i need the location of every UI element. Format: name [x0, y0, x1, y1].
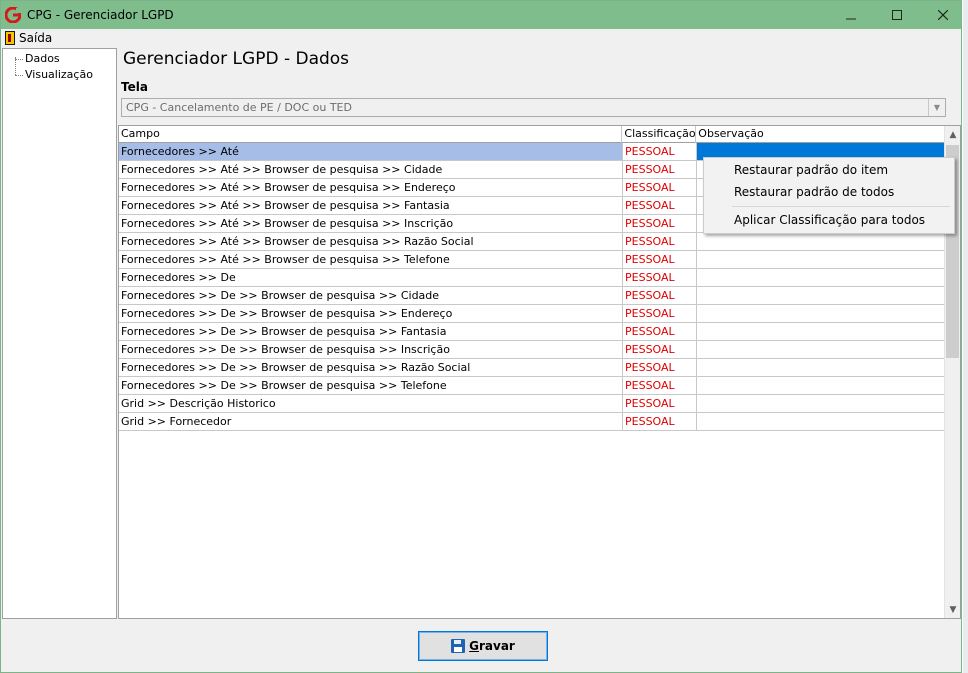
page-title: Gerenciador LGPD - Dados	[123, 49, 350, 69]
cell-observacao[interactable]	[697, 413, 946, 430]
cell-classificacao[interactable]: PESSOAL	[623, 395, 697, 412]
cell-campo[interactable]: Fornecedores >> Até >> Browser de pesqui…	[119, 233, 623, 250]
main-panel: Gerenciador LGPD - Dados Tela CPG - Canc…	[118, 48, 961, 623]
cell-campo[interactable]: Fornecedores >> De >> Browser de pesquis…	[119, 287, 623, 304]
app-logo-icon	[5, 7, 21, 23]
save-button-label: Gravar	[469, 639, 515, 653]
door-exit-icon	[5, 31, 15, 45]
cell-observacao[interactable]	[697, 395, 946, 412]
cell-classificacao[interactable]: PESSOAL	[623, 341, 697, 358]
cell-campo[interactable]: Fornecedores >> De >> Browser de pesquis…	[119, 341, 623, 358]
table-row[interactable]: Fornecedores >> De >> Browser de pesquis…	[119, 287, 947, 305]
table-row[interactable]: Grid >> Fornecedor PESSOAL	[119, 413, 947, 431]
maximize-icon[interactable]	[874, 1, 920, 29]
cell-campo[interactable]: Fornecedores >> Até >> Browser de pesqui…	[119, 161, 623, 178]
menu-exit[interactable]: Saída	[5, 31, 52, 45]
cell-classificacao[interactable]: PESSOAL	[623, 161, 697, 178]
context-menu: Restaurar padrão do item Restaurar padrã…	[703, 157, 955, 234]
app-window: CPG - Gerenciador LGPD Saída Dados Visua…	[0, 0, 962, 673]
table-row[interactable]: Fornecedores >> De >> Browser de pesquis…	[119, 323, 947, 341]
title-bar[interactable]: CPG - Gerenciador LGPD	[1, 1, 961, 29]
cell-classificacao[interactable]: PESSOAL	[623, 269, 697, 286]
cell-observacao[interactable]	[697, 251, 946, 268]
cell-campo[interactable]: Fornecedores >> Até >> Browser de pesqui…	[119, 251, 623, 268]
cell-campo[interactable]: Fornecedores >> Até >> Browser de pesqui…	[119, 197, 623, 214]
cell-classificacao[interactable]: PESSOAL	[623, 251, 697, 268]
cell-classificacao[interactable]: PESSOAL	[623, 287, 697, 304]
cell-campo[interactable]: Fornecedores >> De >> Browser de pesquis…	[119, 305, 623, 322]
cell-classificacao[interactable]: PESSOAL	[623, 323, 697, 340]
cell-campo[interactable]: Fornecedores >> Até >> Browser de pesqui…	[119, 179, 623, 196]
menu-bar: Saída	[1, 29, 961, 47]
table-row[interactable]: Fornecedores >> De PESSOAL	[119, 269, 947, 287]
menu-exit-label: Saída	[19, 31, 53, 45]
scroll-up-icon[interactable]: ▲	[945, 126, 960, 143]
cell-campo[interactable]: Fornecedores >> De >> Browser de pesquis…	[119, 359, 623, 376]
tree-connector	[15, 59, 23, 60]
table-row[interactable]: Fornecedores >> De >> Browser de pesquis…	[119, 305, 947, 323]
menu-separator	[732, 206, 950, 207]
table-row[interactable]: Fornecedores >> De >> Browser de pesquis…	[119, 377, 947, 395]
cell-observacao[interactable]	[697, 323, 946, 340]
cell-classificacao[interactable]: PESSOAL	[623, 143, 697, 160]
cell-classificacao[interactable]: PESSOAL	[623, 305, 697, 322]
tree-item-visualizacao[interactable]: Visualização	[25, 68, 93, 81]
table-row[interactable]: Fornecedores >> De >> Browser de pesquis…	[119, 359, 947, 377]
tree-connector	[15, 75, 23, 76]
tree-item-dados[interactable]: Dados	[25, 52, 60, 65]
chevron-down-icon[interactable]: ▼	[928, 99, 945, 116]
cell-observacao[interactable]	[697, 341, 946, 358]
background-window-edge	[963, 0, 968, 673]
cell-classificacao[interactable]: PESSOAL	[623, 413, 697, 430]
minimize-icon[interactable]	[828, 1, 874, 29]
tela-select-value: CPG - Cancelamento de PE / DOC ou TED	[126, 101, 352, 114]
table-row[interactable]: Fornecedores >> Até >> Browser de pesqui…	[119, 233, 947, 251]
cell-campo[interactable]: Fornecedores >> De >> Browser de pesquis…	[119, 377, 623, 394]
cell-campo[interactable]: Fornecedores >> Até >> Browser de pesqui…	[119, 215, 623, 232]
window-title: CPG - Gerenciador LGPD	[27, 8, 174, 22]
cell-classificacao[interactable]: PESSOAL	[623, 233, 697, 250]
column-header-classificacao[interactable]: Classificação	[622, 126, 697, 143]
cell-classificacao[interactable]: PESSOAL	[623, 197, 697, 214]
close-icon[interactable]	[920, 1, 966, 29]
cell-campo[interactable]: Grid >> Fornecedor	[119, 413, 623, 430]
menu-item-aplicar-classificacao[interactable]: Aplicar Classificação para todos	[734, 213, 925, 227]
cell-observacao[interactable]	[697, 377, 946, 394]
grid-header: Campo Classificação Observação	[119, 126, 945, 143]
cell-observacao[interactable]	[697, 287, 946, 304]
save-button[interactable]: Gravar	[418, 631, 548, 661]
cell-classificacao[interactable]: PESSOAL	[623, 359, 697, 376]
tela-label: Tela	[121, 80, 148, 94]
cell-observacao[interactable]	[697, 269, 946, 286]
table-row[interactable]: Grid >> Descrição Historico PESSOAL	[119, 395, 947, 413]
floppy-disk-icon	[451, 639, 466, 653]
cell-campo[interactable]: Fornecedores >> De >> Browser de pesquis…	[119, 323, 623, 340]
cell-campo[interactable]: Fornecedores >> De	[119, 269, 623, 286]
tela-select[interactable]: CPG - Cancelamento de PE / DOC ou TED ▼	[121, 98, 946, 117]
cell-observacao[interactable]	[697, 233, 946, 250]
cell-classificacao[interactable]: PESSOAL	[623, 215, 697, 232]
cell-campo[interactable]: Grid >> Descrição Historico	[119, 395, 623, 412]
menu-item-restaurar-item[interactable]: Restaurar padrão do item	[734, 163, 888, 177]
scroll-down-icon[interactable]: ▼	[945, 601, 960, 618]
menu-item-restaurar-todos[interactable]: Restaurar padrão de todos	[734, 185, 894, 199]
cell-classificacao[interactable]: PESSOAL	[623, 377, 697, 394]
column-header-campo[interactable]: Campo	[119, 126, 623, 143]
table-row[interactable]: Fornecedores >> Até >> Browser de pesqui…	[119, 251, 947, 269]
table-row[interactable]: Fornecedores >> De >> Browser de pesquis…	[119, 341, 947, 359]
column-header-observacao[interactable]: Observação	[696, 126, 945, 143]
cell-observacao[interactable]	[697, 359, 946, 376]
cell-observacao[interactable]	[697, 305, 946, 322]
cell-campo[interactable]: Fornecedores >> Até	[119, 143, 623, 160]
cell-classificacao[interactable]: PESSOAL	[623, 179, 697, 196]
navigation-tree: Dados Visualização	[2, 48, 117, 619]
